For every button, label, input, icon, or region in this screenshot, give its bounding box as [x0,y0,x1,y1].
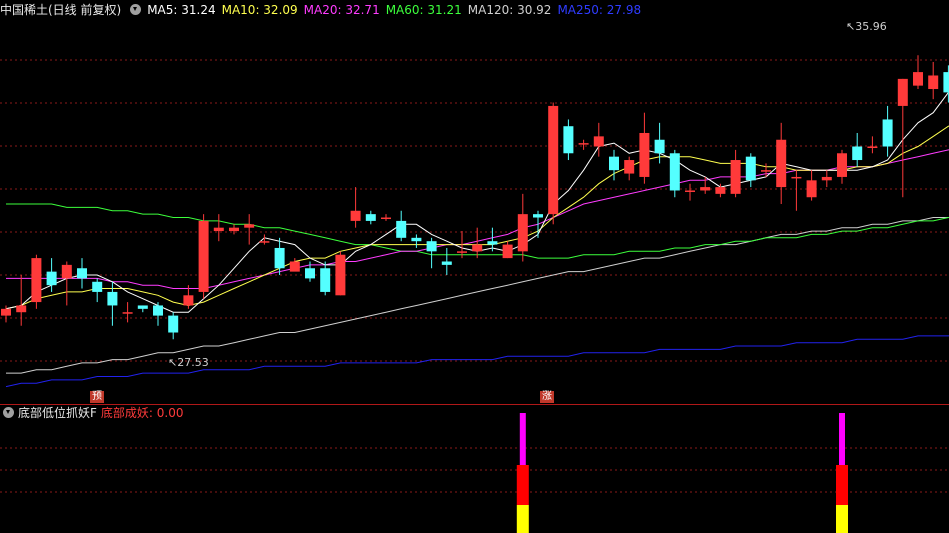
candle-body [274,247,285,269]
candle-body [153,305,163,316]
candle-body [821,176,832,181]
indicator-bar-segment [516,505,529,533]
candle-body [943,72,949,93]
candle-body [745,156,756,181]
candle-body [411,237,422,242]
signal-rise-badge: 涨 [540,391,554,403]
candle-body [365,214,376,221]
candle-body [259,241,270,243]
candle-body [715,187,726,194]
candle-body [396,220,407,238]
candle-body [381,217,391,220]
candle-body [168,315,179,333]
candle-body [578,143,589,145]
candle-body [624,160,635,174]
candle-body [517,214,528,252]
candle-body [548,105,559,215]
candle-body [320,268,331,292]
candle-body [776,139,787,188]
ma20-label: MA20: 32.71 [303,3,380,17]
main-legend: 中国稀土(日线 前复权) MA5: 31.24 MA10: 32.09 MA20: 3… [0,2,647,18]
ma250-line [5,335,949,388]
candle-body [335,254,346,296]
candle-body [639,132,650,177]
candle-body [913,72,923,86]
candle-body [107,291,118,306]
indicator-bar-segment [839,413,845,465]
chevron-down-icon[interactable] [3,407,14,418]
candle-body [350,210,361,221]
ma120-label: MA120: 30.92 [467,3,552,17]
indicator-name: 底部低位抓妖F [18,406,97,420]
candle-body [700,187,711,191]
indicator-bar-segment [836,465,848,505]
candle-body [791,176,802,179]
indicator-bar-segment [836,505,848,533]
candle-body [1,308,11,316]
candle-body [609,156,619,171]
stock-title: 中国稀土(日线 前复权) [0,3,122,17]
candle-body [563,126,574,154]
candle-body [137,305,148,309]
candle-body [305,268,315,279]
high-price-annotation: ↖35.96 [846,20,887,33]
candle-body [654,139,665,154]
candle-body [882,119,893,147]
indicator-value: 底部成妖: 0.00 [100,406,184,420]
candle-body [928,75,939,90]
candle-body [31,258,42,303]
price-chart[interactable] [0,0,949,533]
candle-body [730,160,741,194]
low-price-value: 27.53 [177,356,209,369]
candle-body [472,244,483,252]
candle-body [487,241,498,245]
candle-body [289,261,300,272]
candle-body [806,180,817,198]
candle-body [61,264,72,279]
ma5-line [5,91,949,313]
candle-body [229,227,239,232]
ma5-label: MA5: 31.24 [147,3,216,17]
ma20-line [6,149,949,289]
candle-body [426,241,437,252]
candle-body [897,78,908,106]
signal-pre-badge: 预 [90,391,104,403]
indicator-bar-segment [519,413,526,465]
candle-body [837,153,847,177]
candle-body [867,146,878,149]
candle-body [244,224,255,228]
ma60-label: MA60: 31.21 [385,3,462,17]
indicator-bar-segment [516,465,529,505]
candle-body [685,190,695,192]
ma250-label: MA250: 27.98 [557,3,642,17]
candle-body [593,136,604,147]
chevron-down-icon[interactable] [130,4,142,15]
ma10-line [5,125,949,310]
low-price-annotation: ↖27.53 [168,356,209,369]
indicator-legend: 底部低位抓妖F 底部成妖: 0.00 [0,405,187,421]
candle-body [46,271,57,286]
ma10-label: MA10: 32.09 [221,3,298,17]
candle-body [441,261,452,265]
candle-body [77,268,87,279]
candle-body [16,305,27,313]
candle-body [852,146,863,161]
candle-body [533,214,543,218]
high-price-value: 35.96 [855,20,887,33]
candle-body [92,281,103,292]
candle-body [213,227,224,232]
candle-body [669,153,680,191]
candle-body [761,170,771,172]
candle-body [183,295,194,306]
candle-body [122,312,133,314]
candle-body [198,220,209,292]
candle-body [457,251,467,253]
candle-body [502,244,513,259]
